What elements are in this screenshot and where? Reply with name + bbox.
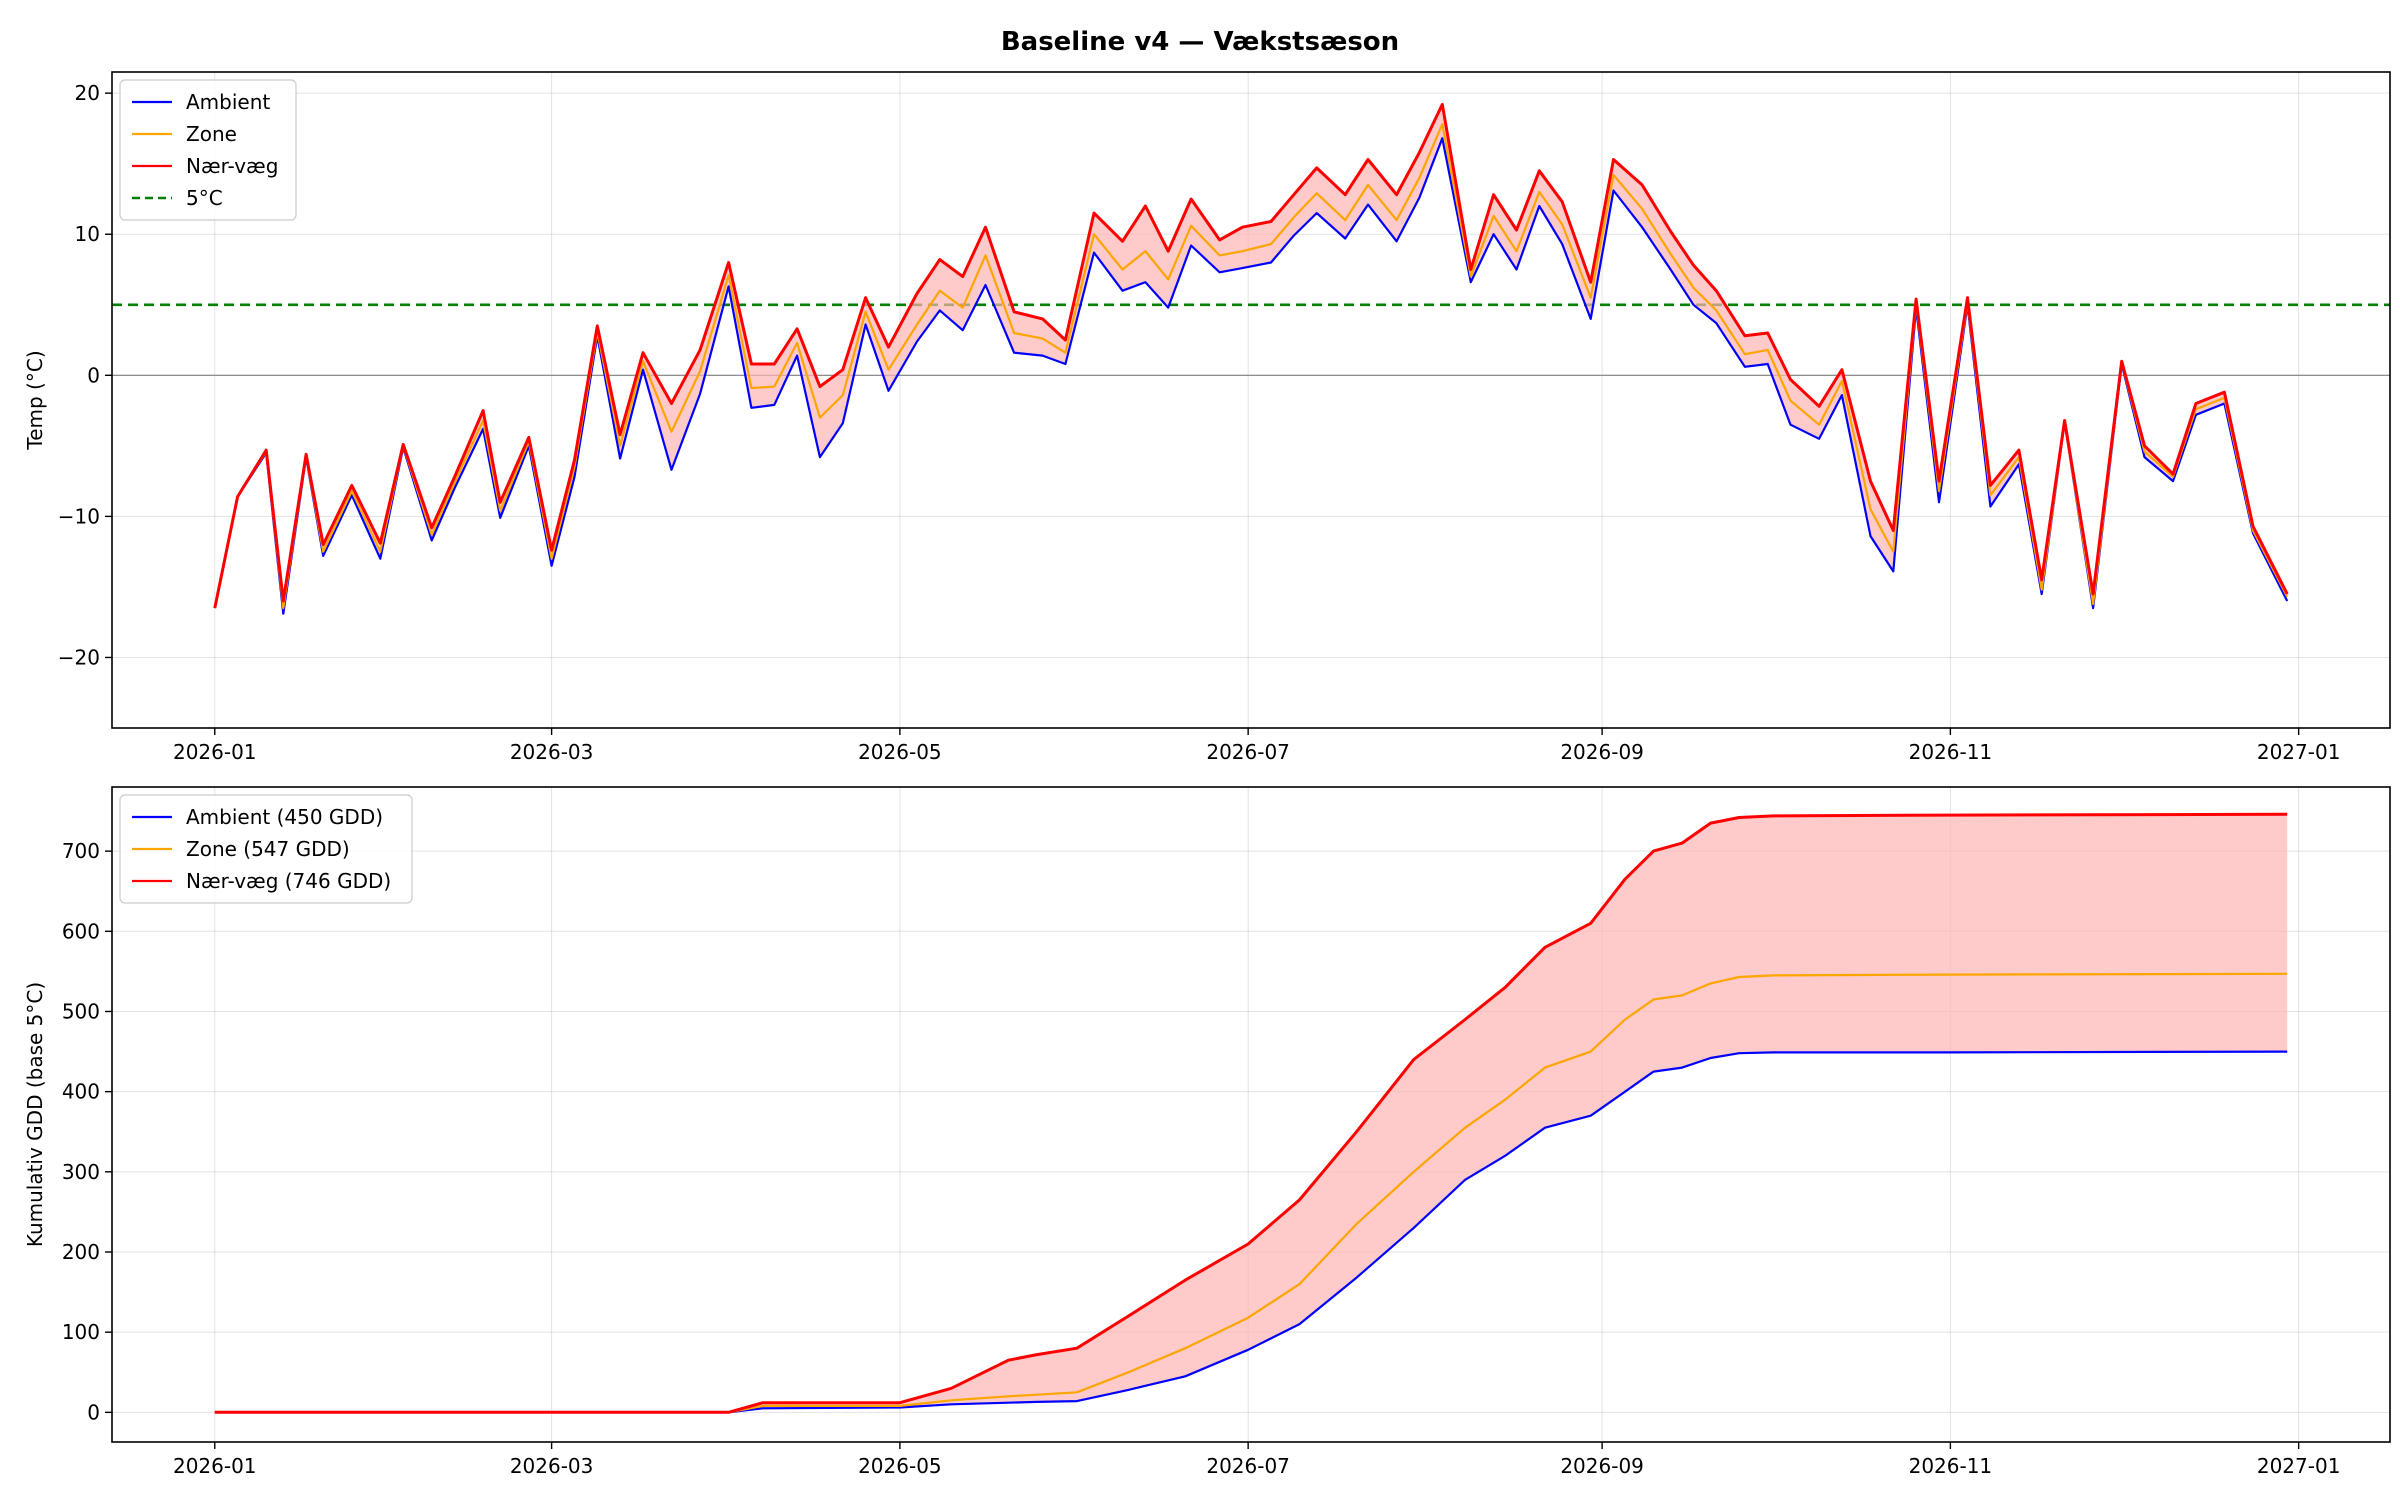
- x-tick-label: 2026-05: [858, 1454, 942, 1478]
- x-tick-label: 2026-03: [510, 740, 594, 764]
- y-tick-label: 400: [62, 1080, 100, 1104]
- y-tick-label: 0: [87, 1400, 100, 1424]
- legend-label: Ambient (450 GDD): [186, 805, 383, 829]
- legend: Ambient (450 GDD) Zone (547 GDD) Nær-væg (…: [119, 794, 413, 904]
- y-tick-label: 500: [62, 999, 100, 1023]
- legend-label: Zone: [186, 122, 237, 146]
- x-tick-label: 2026-01: [173, 1454, 257, 1478]
- y-tick-label: 300: [62, 1160, 100, 1184]
- y-tick-label: 600: [62, 919, 100, 943]
- x-tick-label: 2026-05: [858, 740, 942, 764]
- y-tick-label: 10: [75, 222, 100, 246]
- legend-label: 5°C: [186, 186, 223, 210]
- x-tick-label: 2027-01: [2257, 740, 2341, 764]
- x-tick-label: 2026-01: [173, 740, 257, 764]
- x-tick-label: 2026-07: [1206, 1454, 1290, 1478]
- legend-label: Ambient: [186, 90, 270, 114]
- y-tick-label: 200: [62, 1240, 100, 1264]
- y-tick-label: 20: [75, 81, 100, 105]
- chart-canvas: Baseline v4 — Vækstsæson 2026-01 2026-03 2…: [0, 0, 2400, 1500]
- figure: Baseline v4 — Vækstsæson 2026-01 2026-03 2…: [0, 0, 2400, 1500]
- y-axis-label: Kumulativ GDD (base 5°C): [23, 982, 47, 1247]
- y-tick-label: 700: [62, 839, 100, 863]
- y-tick-label: 100: [62, 1320, 100, 1344]
- x-tick-label: 2026-09: [1560, 1454, 1644, 1478]
- legend: Ambient Zone Nær-væg 5°C: [119, 79, 297, 221]
- x-tick-label: 2026-11: [1909, 740, 1993, 764]
- legend-label: Zone (547 GDD): [186, 837, 350, 861]
- legend-label: Nær-væg (746 GDD): [186, 869, 391, 893]
- legend-label: Nær-væg: [186, 154, 278, 178]
- y-tick-label: −20: [58, 645, 100, 669]
- figure-suptitle: Baseline v4 — Vækstsæson: [1001, 27, 1399, 57]
- x-tick-label: 2027-01: [2257, 1454, 2341, 1478]
- x-tick-label: 2026-09: [1560, 740, 1644, 764]
- y-tick-label: 0: [87, 363, 100, 387]
- x-tick-label: 2026-11: [1909, 1454, 1993, 1478]
- y-tick-label: −10: [58, 504, 100, 528]
- y-axis-label: Temp (°C): [23, 350, 47, 450]
- x-tick-label: 2026-03: [510, 1454, 594, 1478]
- x-tick-label: 2026-07: [1206, 740, 1290, 764]
